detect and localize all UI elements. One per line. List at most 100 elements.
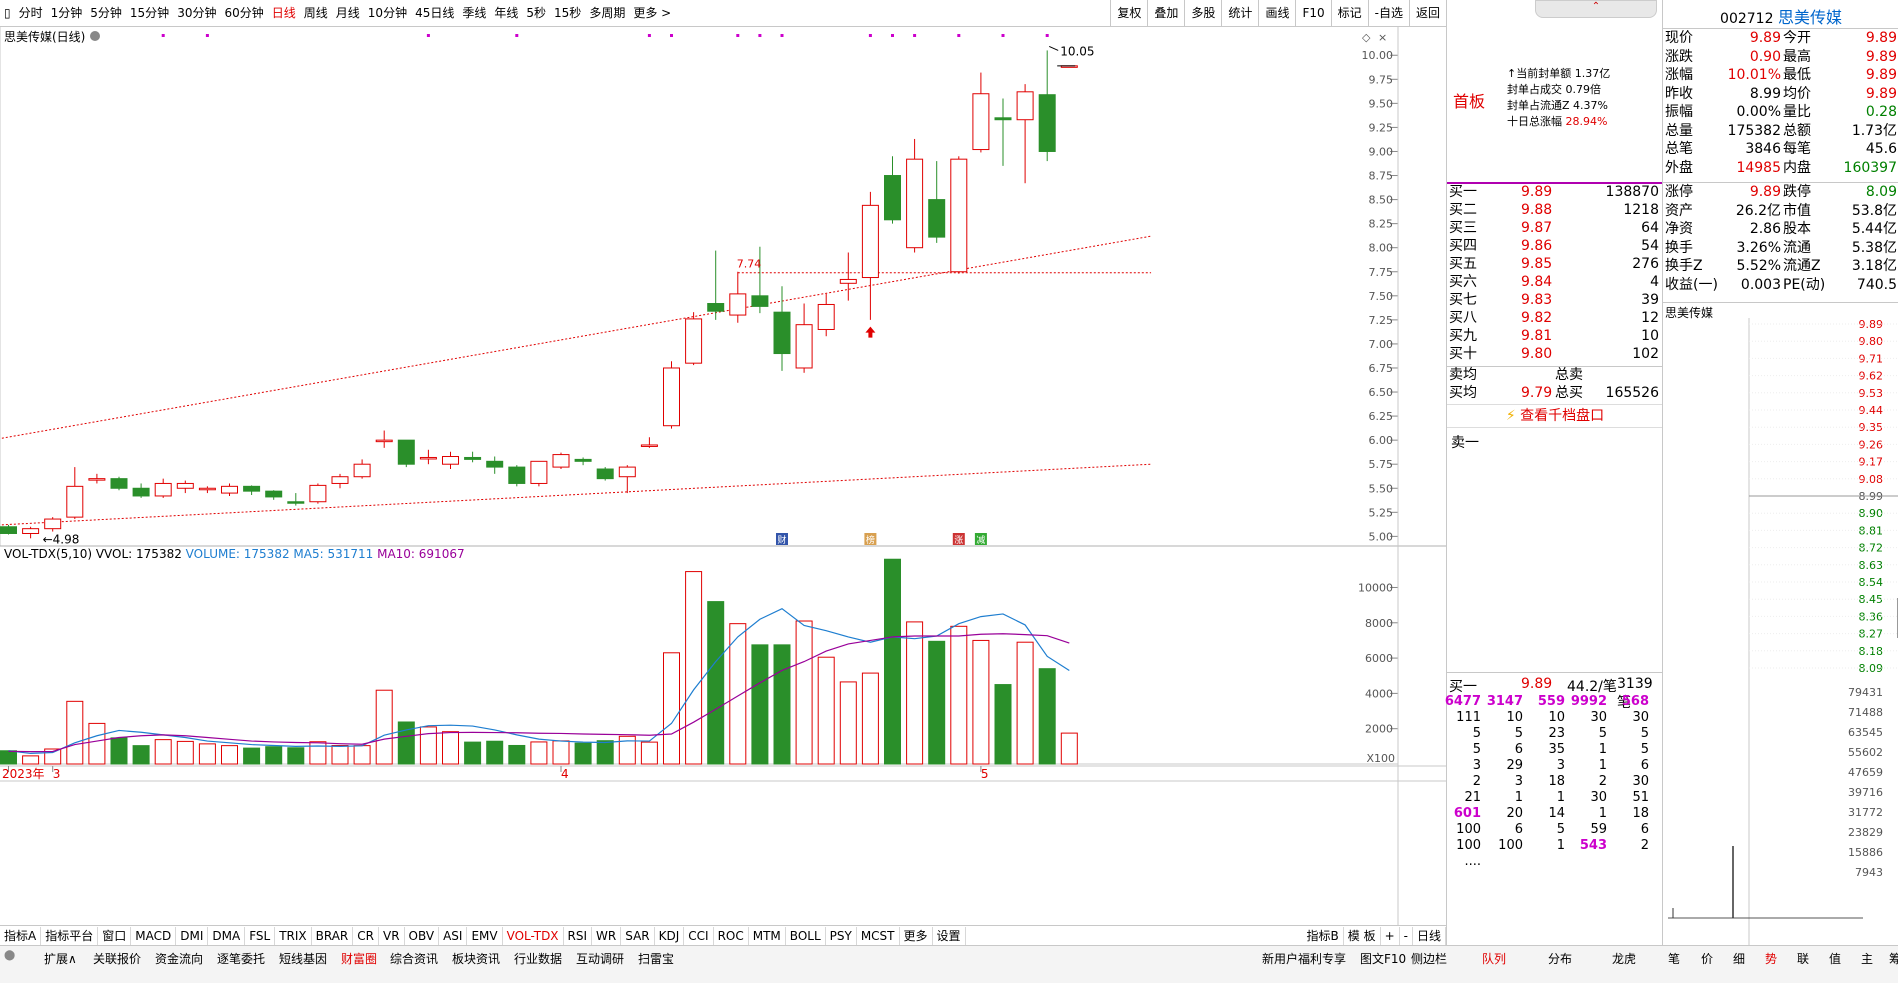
candle-body[interactable]	[552, 454, 570, 468]
tool-button-6[interactable]: 标记	[1330, 0, 1368, 26]
volume-bar[interactable]	[464, 741, 482, 765]
candle-body[interactable]	[861, 204, 879, 279]
volume-bar[interactable]	[331, 744, 349, 765]
indicator-tab-18[interactable]: KDJ	[655, 927, 685, 945]
volume-bar[interactable]	[1016, 641, 1034, 765]
indicator-right-2[interactable]: +	[1381, 927, 1400, 945]
candle-body[interactable]	[972, 93, 990, 151]
volume-bar[interactable]	[287, 747, 305, 765]
volume-bar[interactable]	[1060, 732, 1078, 765]
volume-bar[interactable]	[309, 741, 327, 765]
tool-button-8[interactable]: 返回	[1408, 0, 1446, 26]
indicator-tab-2[interactable]: 窗口	[98, 927, 132, 945]
indicator-tab-4[interactable]: DMI	[176, 927, 209, 945]
bid-row[interactable]: 买六 9.84 4	[1447, 274, 1663, 291]
indicator-tab-22[interactable]: BOLL	[786, 927, 826, 945]
candle-body[interactable]	[773, 311, 791, 355]
volume-bar[interactable]	[751, 644, 769, 765]
indicator-tab-8[interactable]: BRAR	[312, 927, 354, 945]
volume-bar[interactable]	[729, 623, 747, 765]
bid-row[interactable]: 买二 9.88 1218	[1447, 202, 1663, 219]
candle-body[interactable]	[287, 501, 305, 504]
tool-button-5[interactable]: F10	[1295, 0, 1330, 26]
candle-body[interactable]	[132, 487, 150, 497]
bid-row[interactable]: 买七 9.83 39	[1447, 292, 1663, 309]
candle-body[interactable]	[618, 466, 636, 478]
volume-bar[interactable]	[221, 745, 238, 765]
volume-bar[interactable]	[198, 743, 216, 765]
volume-bar[interactable]	[861, 672, 879, 765]
volume-bar[interactable]	[265, 746, 283, 765]
volume-bar[interactable]	[972, 639, 990, 765]
collapse-icon[interactable]: ▯	[0, 0, 15, 26]
candle-body[interactable]	[309, 484, 327, 503]
indicator-tab-1[interactable]: 指标平台	[41, 927, 99, 945]
candle-body[interactable]	[397, 439, 415, 465]
trendline-1[interactable]	[1, 463, 1152, 526]
indicator-tab-20[interactable]: ROC	[714, 927, 749, 945]
indicator-tab-6[interactable]: FSL	[245, 927, 276, 945]
indicator-tab-0[interactable]: 指标A	[0, 927, 42, 945]
volume-bar[interactable]	[110, 737, 128, 765]
volume-bar[interactable]	[132, 745, 150, 765]
candle-body[interactable]	[884, 175, 901, 221]
candle-body[interactable]	[729, 293, 747, 316]
candle-body[interactable]	[839, 278, 857, 284]
close-icon[interactable]: ×	[1378, 31, 1387, 44]
tool-button-4[interactable]: 画线	[1258, 0, 1295, 26]
candle-body[interactable]	[817, 303, 835, 330]
collapse-tab-icon[interactable]: ⌃	[1535, 0, 1657, 18]
indicator-tab-24[interactable]: MCST	[857, 927, 900, 945]
volume-bar[interactable]	[22, 755, 40, 765]
indicator-tab-14[interactable]: VOL-TDX	[503, 927, 564, 945]
candle-body[interactable]	[331, 476, 349, 484]
volume-bar[interactable]	[707, 601, 725, 765]
volume-bar[interactable]	[817, 656, 835, 765]
period-tab-14[interactable]: 15秒	[550, 0, 585, 26]
indicator-tab-15[interactable]: RSI	[564, 927, 593, 945]
candle-body[interactable]	[574, 458, 592, 462]
period-tab-11[interactable]: 季线	[458, 0, 490, 26]
candle-body[interactable]	[22, 528, 40, 534]
indicator-tab-26[interactable]: 设置	[933, 927, 966, 945]
candle-body[interactable]	[751, 295, 769, 307]
volume-bar[interactable]	[994, 684, 1012, 765]
bottom-right-tab-7[interactable]: 价	[1701, 950, 1713, 967]
period-tab-10[interactable]: 45日线	[411, 0, 458, 26]
period-tab-5[interactable]: 60分钟	[220, 0, 267, 26]
bottom-tab-8[interactable]: 行业数据	[514, 950, 562, 967]
indicator-tab-5[interactable]: DMA	[208, 927, 246, 945]
candle-body[interactable]	[486, 460, 504, 468]
candle-body[interactable]	[1038, 94, 1056, 152]
indicator-right-0[interactable]: 指标B	[1303, 927, 1344, 945]
volume-bar[interactable]	[176, 740, 194, 765]
bottom-right-tab-11[interactable]: 值	[1829, 950, 1841, 967]
bottom-right-tab-3[interactable]: 队列	[1482, 950, 1506, 967]
bottom-tab-1[interactable]: 关联报价	[93, 950, 141, 967]
volume-bar[interactable]	[884, 558, 901, 765]
bottom-right-tab-0[interactable]: 新用户福利专享	[1262, 950, 1346, 967]
volume-bar[interactable]	[419, 726, 437, 765]
candle-body[interactable]	[198, 487, 216, 491]
volume-bar[interactable]	[685, 571, 703, 765]
period-tab-3[interactable]: 15分钟	[126, 0, 173, 26]
candle-body[interactable]	[640, 444, 658, 447]
period-tab-13[interactable]: 5秒	[522, 0, 550, 26]
volume-bar[interactable]	[773, 644, 791, 765]
candle-body[interactable]	[442, 456, 459, 465]
bottom-right-tab-8[interactable]: 细	[1733, 950, 1745, 967]
trendline-0[interactable]	[1, 235, 1152, 439]
indicator-tab-9[interactable]: CR	[353, 927, 379, 945]
indicator-tab-19[interactable]: CCI	[684, 927, 714, 945]
kline-chart[interactable]: 思美传媒(日线) ◇ × 10.05 ←4.98 7.74 财 榜 涨 减 VOL-TDX(5,…	[0, 26, 1446, 926]
bottom-tab-9[interactable]: 互动调研	[576, 950, 624, 967]
period-tab-15[interactable]: 多周期	[585, 0, 629, 26]
volume-bar[interactable]	[353, 745, 371, 765]
volume-bar[interactable]	[66, 700, 84, 765]
tool-button-7[interactable]: -自选	[1367, 0, 1409, 26]
bottom-tab-5[interactable]: 财富圈	[341, 950, 377, 967]
indicator-tab-21[interactable]: MTM	[749, 927, 786, 945]
volume-bar[interactable]	[928, 640, 946, 765]
period-tab-8[interactable]: 月线	[332, 0, 364, 26]
period-tab-2[interactable]: 5分钟	[86, 0, 126, 26]
